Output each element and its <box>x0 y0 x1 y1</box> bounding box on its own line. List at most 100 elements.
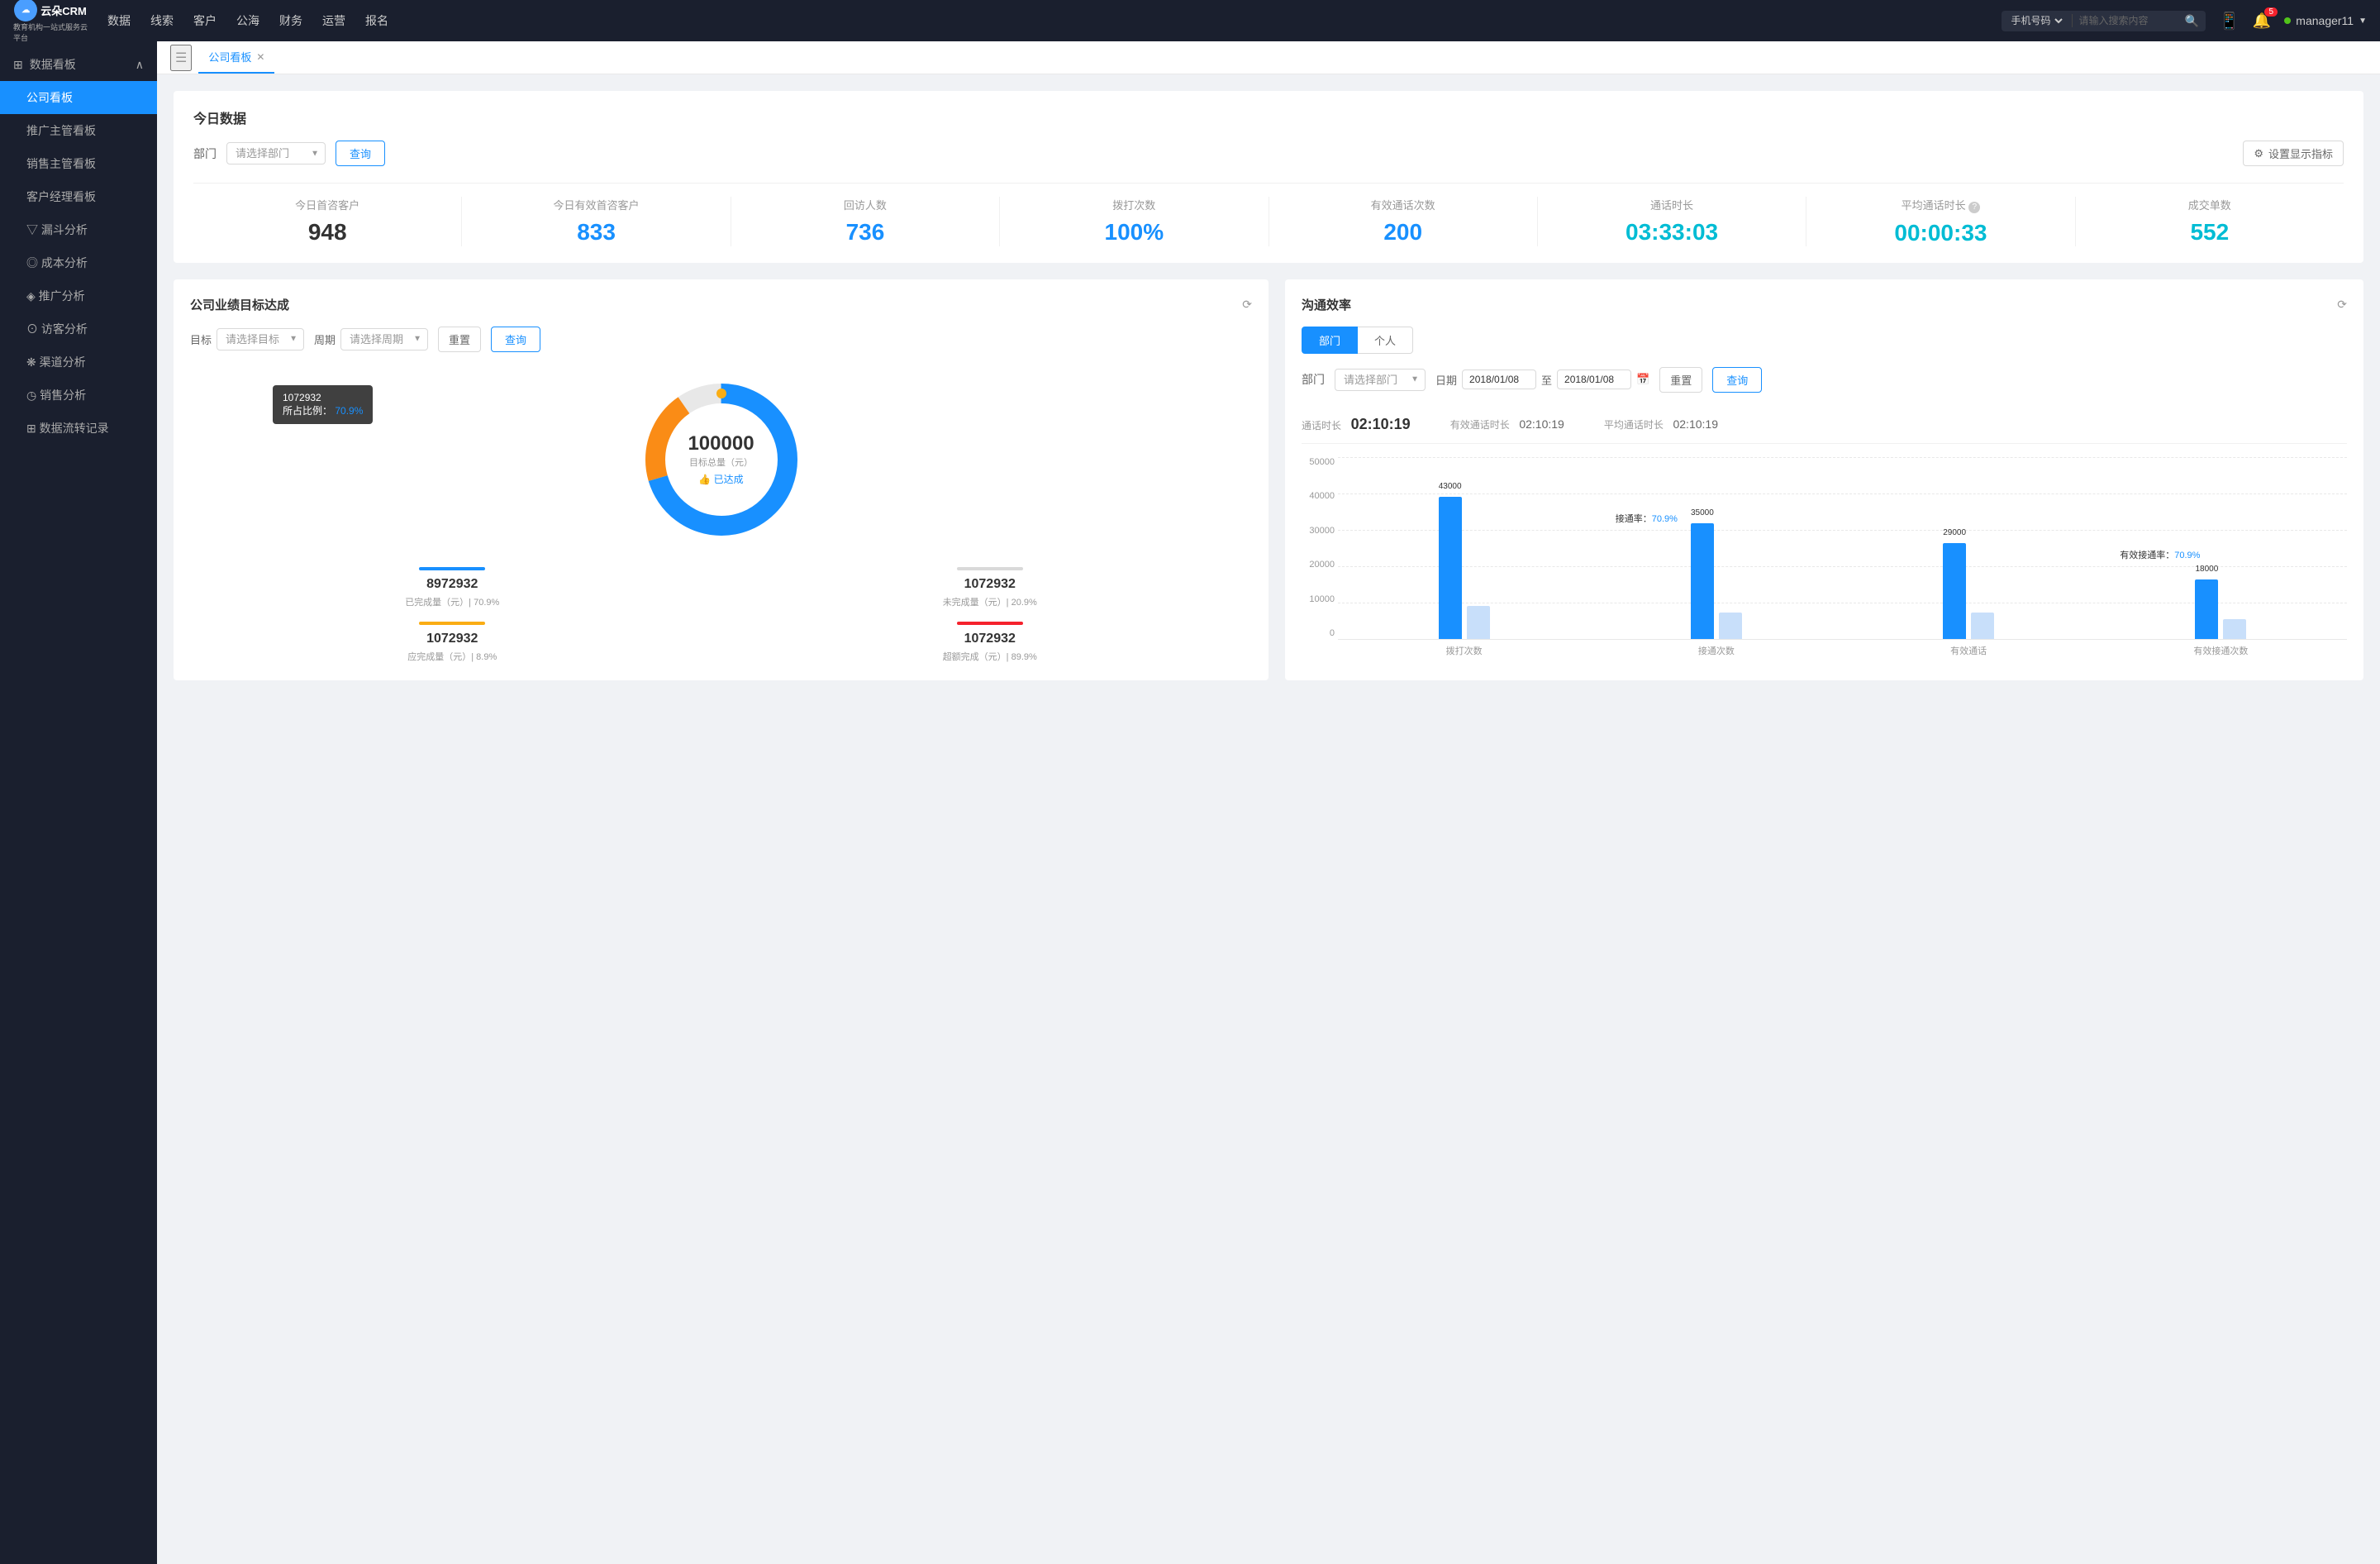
nav-data[interactable]: 数据 <box>107 9 131 32</box>
comm-panel: 沟通效率 ⟳ 部门 个人 部门 请选择部门 <box>1285 279 2363 680</box>
stat-uncompleted: 1072932 未完成量（元）| 20.9% <box>728 567 1253 608</box>
goal-panel: 公司业绩目标达成 ⟳ 目标 请选择目标 <box>174 279 1269 680</box>
y-label-20000: 20000 <box>1309 560 1335 570</box>
sidebar-item-channel[interactable]: ❋ 渠道分析 <box>0 346 157 379</box>
bar-dial-xlabel: 拨打次数 <box>1446 644 1483 657</box>
sidebar-item-account-manager[interactable]: 客户经理看板 <box>0 180 157 213</box>
nav-finance[interactable]: 财务 <box>279 9 302 32</box>
bar-dial-blue-wrapper: 43000 <box>1439 497 1462 639</box>
help-icon[interactable]: ? <box>1968 202 1980 213</box>
sidebar-section-header[interactable]: ⊞ 数据看板 ∧ <box>0 48 157 81</box>
bar-eff-conn-gray <box>2223 619 2246 639</box>
sidebar-item-funnel[interactable]: ▽ 漏斗分析 <box>0 213 157 246</box>
nav-public-sea[interactable]: 公海 <box>236 9 259 32</box>
sidebar-item-promo-analysis[interactable]: ◈ 推广分析 <box>0 279 157 312</box>
promo-icon: ◈ <box>26 289 39 303</box>
settings-icon: ⚙ <box>2254 147 2263 160</box>
sidebar-item-cost[interactable]: ◎ 成本分析 <box>0 246 157 279</box>
today-filter-left: 部门 请选择部门 查询 <box>193 141 385 166</box>
comm-dept-label: 部门 <box>1302 371 1325 388</box>
goal-target-select[interactable]: 请选择目标 <box>217 328 304 350</box>
today-query-button[interactable]: 查询 <box>336 141 385 166</box>
metric-deals: 成交单数 552 <box>2076 197 2344 246</box>
bar-dial-gray <box>1467 606 1490 639</box>
funnel-icon: ▽ <box>26 223 41 236</box>
bar-group-effective-bars: 29000 <box>1943 543 1994 639</box>
bar-group-connect: 接通率：70.9% 35000 接通次数 <box>1590 457 1842 639</box>
user-dropdown-icon[interactable]: ▼ <box>2359 17 2367 26</box>
bar-connect-xlabel: 接通次数 <box>1698 644 1735 657</box>
nav-operations[interactable]: 运营 <box>322 9 345 32</box>
y-axis: 50000 40000 30000 20000 10000 0 <box>1302 457 1338 639</box>
search-icon[interactable]: 🔍 <box>2185 14 2199 28</box>
user-info[interactable]: manager11 ▼ <box>2284 14 2367 27</box>
stat-bar-uncompleted <box>957 567 1023 570</box>
settings-button[interactable]: ⚙ 设置显示指标 <box>2243 141 2344 166</box>
goal-filter-row: 目标 请选择目标 周期 请选择周期 <box>190 327 1252 352</box>
today-data-card: 今日数据 部门 请选择部门 查询 ⚙ 设置显示指标 <box>174 91 2363 263</box>
metric-avg-call-duration: 平均通话时长 ? 00:00:33 <box>1806 197 2075 246</box>
goal-refresh-icon[interactable]: ⟳ <box>1242 298 1252 312</box>
metric-value-2: 736 <box>741 219 989 246</box>
comm-query-button[interactable]: 查询 <box>1712 367 1762 393</box>
nav-customers[interactable]: 客户 <box>193 9 217 32</box>
comm-panel-title: 沟通效率 <box>1302 296 1351 313</box>
goal-panel-header: 公司业绩目标达成 ⟳ <box>190 296 1252 313</box>
metric-value-7: 552 <box>2086 219 2334 246</box>
metric-effective-consult: 今日有效首咨客户 833 <box>462 197 731 246</box>
date-to-input[interactable] <box>1557 370 1631 389</box>
goal-stats-grid: 8972932 已完成量（元）| 70.9% 1072932 未完成量（元）| … <box>190 567 1252 663</box>
comm-reset-button[interactable]: 重置 <box>1659 367 1702 393</box>
grid-line-5 <box>1338 639 2347 640</box>
date-from-input[interactable] <box>1462 370 1536 389</box>
date-label: 日期 <box>1435 372 1457 388</box>
comm-tab-personal[interactable]: 个人 <box>1358 327 1413 354</box>
stat-bar-completed <box>419 567 485 570</box>
bar-eff-conn-xlabel: 有效接通次数 <box>2193 644 2248 657</box>
bar-effective-blue-label: 29000 <box>1943 528 1966 537</box>
bar-group-effective: 29000 有效通话 <box>1843 457 2095 639</box>
sidebar-item-visitor[interactable]: ⊙ 访客分析 <box>0 312 157 346</box>
comm-refresh-icon[interactable]: ⟳ <box>2337 298 2347 312</box>
sidebar-item-promo-manager[interactable]: 推广主管看板 <box>0 114 157 147</box>
tab-company-dashboard[interactable]: 公司看板 ✕ <box>198 41 274 74</box>
mobile-icon[interactable]: 📱 <box>2219 11 2240 31</box>
bar-eff-conn-blue-wrapper: 18000 <box>2195 579 2218 639</box>
search-input[interactable] <box>2079 15 2178 26</box>
goal-query-button[interactable]: 查询 <box>491 327 540 352</box>
y-label-30000: 30000 <box>1309 526 1335 536</box>
flow-icon: ⊞ <box>26 422 40 435</box>
tab-close-icon[interactable]: ✕ <box>256 51 264 63</box>
comm-dept-select[interactable]: 请选择部门 <box>1335 369 1426 391</box>
chevron-up-icon: ∧ <box>136 58 144 72</box>
nav-registration[interactable]: 报名 <box>365 9 388 32</box>
panels-row: 公司业绩目标达成 ⟳ 目标 请选择目标 <box>174 279 2363 680</box>
connect-rate-annotation: 接通率：70.9% <box>1616 512 1678 525</box>
comm-stats-row: 通话时长 02:10:19 有效通话时长 02:10:19 平均通话时长 02:… <box>1302 406 2347 444</box>
metric-value-0: 948 <box>203 219 451 246</box>
calendar-icon[interactable]: 📅 <box>1636 373 1649 386</box>
stat-completed: 8972932 已完成量（元）| 70.9% <box>190 567 715 608</box>
comm-stat-avg-talk: 平均通话时长 02:10:19 <box>1604 417 1718 432</box>
sidebar-toggle-button[interactable]: ☰ <box>170 45 192 71</box>
top-navigation: ☁ 云朵CRM 教育机构一站式服务云平台 数据 线索 客户 公海 财务 运营 报… <box>0 0 2380 41</box>
search-type-select[interactable]: 手机号码 <box>2008 14 2065 27</box>
goal-period-select[interactable]: 请选择周期 <box>340 328 428 350</box>
sidebar-item-sales-manager[interactable]: 销售主管看板 <box>0 147 157 180</box>
metric-call-duration: 通话时长 03:33:03 <box>1538 197 1806 246</box>
bar-effective-xlabel: 有效通话 <box>1950 644 1987 657</box>
metric-effective-calls: 有效通话次数 200 <box>1269 197 1538 246</box>
effective-connect-rate-annotation: 有效接通率：70.9% <box>2120 548 2200 561</box>
notification-icon[interactable]: 🔔 5 <box>2253 12 2271 30</box>
nav-leads[interactable]: 线索 <box>150 9 174 32</box>
main-content: ☰ 公司看板 ✕ 今日数据 部门 请选择部门 <box>157 41 2380 1564</box>
sidebar: ⊞ 数据看板 ∧ 公司看板 推广主管看板 销售主管看板 客户经理看板 ▽ 漏斗分… <box>0 41 157 1564</box>
dept-select[interactable]: 请选择部门 <box>226 142 326 165</box>
logo: ☁ 云朵CRM 教育机构一站式服务云平台 <box>13 0 88 43</box>
goal-reset-button[interactable]: 重置 <box>438 327 481 352</box>
sidebar-item-company-dashboard[interactable]: 公司看板 <box>0 81 157 114</box>
goal-target-wrapper: 请选择目标 <box>217 328 304 350</box>
sidebar-item-data-flow[interactable]: ⊞ 数据流转记录 <box>0 412 157 445</box>
comm-tab-dept[interactable]: 部门 <box>1302 327 1358 354</box>
sidebar-item-sales-analysis[interactable]: ◷ 销售分析 <box>0 379 157 412</box>
